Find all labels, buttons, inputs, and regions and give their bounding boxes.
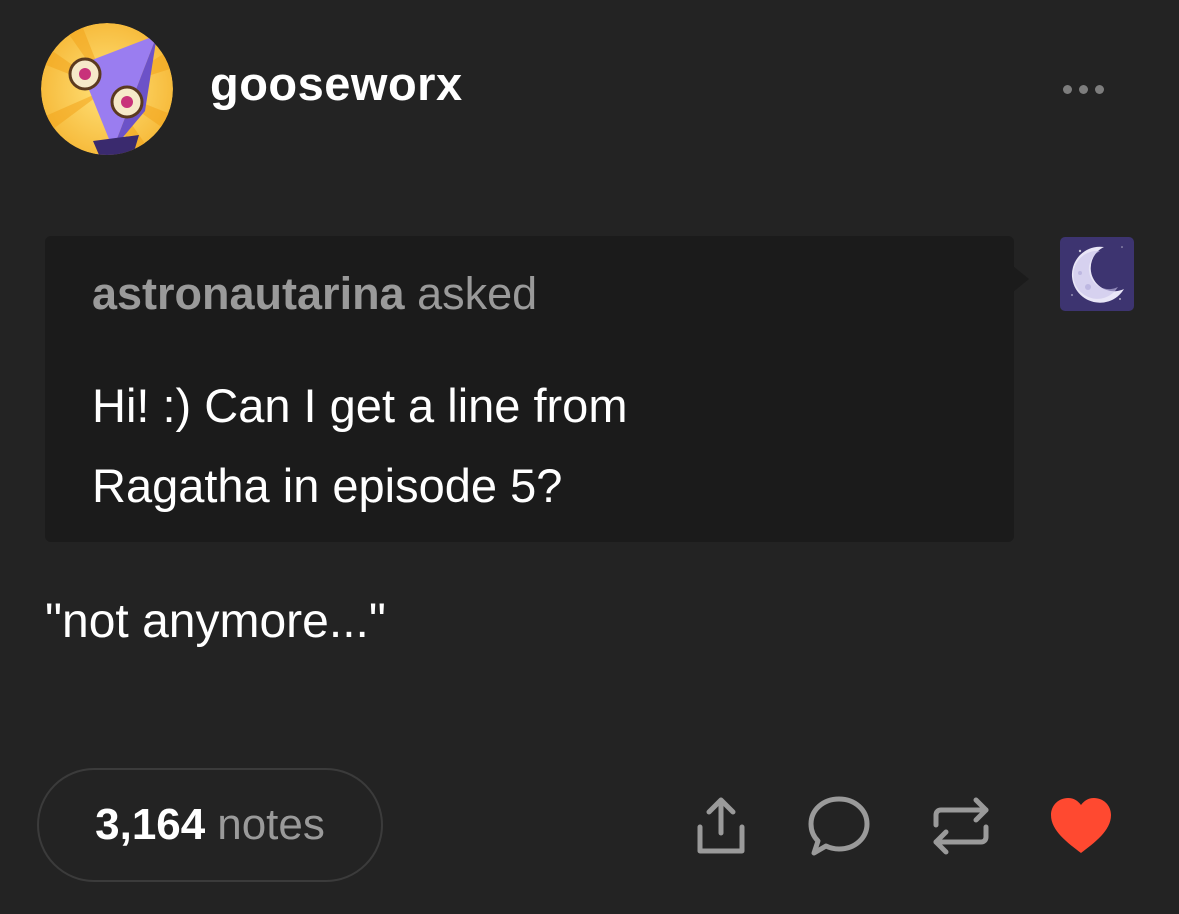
ask-box-pointer (1013, 266, 1029, 292)
avatar-artwork (41, 23, 173, 155)
more-dots-icon (1094, 84, 1104, 94)
reply-bubble-icon (808, 796, 870, 856)
share-icon (697, 797, 745, 854)
notes-button[interactable]: 3,164 notes (37, 768, 383, 882)
notes-count: 3,164 (95, 800, 206, 849)
asker-avatar[interactable] (1060, 237, 1134, 311)
moon-avatar-artwork (1060, 237, 1134, 311)
blog-avatar[interactable] (41, 23, 173, 155)
reblog-icon (933, 797, 989, 855)
like-button[interactable] (1048, 793, 1114, 859)
ask-header: astronautarina asked (92, 271, 537, 316)
more-options-button[interactable] (1048, 72, 1118, 106)
share-button[interactable] (688, 793, 754, 859)
answer-text: "not anymore..." (45, 595, 386, 648)
blog-name-link[interactable]: gooseworx (210, 60, 463, 107)
heart-icon (1051, 798, 1111, 853)
asker-name-link[interactable]: astronautarina (92, 268, 405, 319)
question-line: Hi! :) Can I get a line from (92, 379, 628, 432)
ask-question: Hi! :) Can I get a line from Ragatha in … (92, 366, 992, 526)
reblog-button[interactable] (928, 793, 994, 859)
notes-label: notes (217, 800, 325, 849)
question-line: Ragatha in episode 5? (92, 459, 563, 512)
more-dots-icon (1062, 84, 1072, 94)
reply-button[interactable] (806, 793, 872, 859)
asked-label: asked (417, 268, 538, 319)
more-dots-icon (1078, 84, 1088, 94)
